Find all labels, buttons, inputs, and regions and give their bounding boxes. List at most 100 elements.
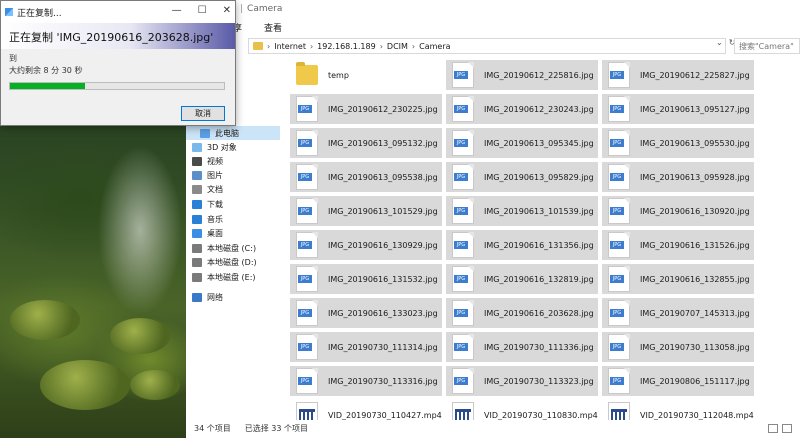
file-name: IMG_20190616_130929.jpg — [328, 240, 438, 250]
details-view-icon[interactable] — [768, 423, 778, 433]
jpg-file-icon: JPG — [296, 266, 318, 292]
file-tile[interactable]: VID_20190730_110427.mp4 — [290, 400, 442, 420]
file-tile[interactable]: JPG IMG_20190612_230225.jpg — [290, 94, 442, 124]
cancel-button[interactable]: 取消 — [181, 106, 225, 121]
jpg-file-icon: JPG — [608, 62, 630, 88]
moss-rock — [130, 370, 180, 400]
jpg-file-icon: JPG — [452, 130, 474, 156]
jpg-file-icon: JPG — [296, 198, 318, 224]
search-input[interactable]: 搜索"Camera" — [734, 38, 800, 54]
file-name: IMG_20190730_111314.jpg — [328, 342, 438, 352]
nav-item[interactable]: 桌面 — [192, 226, 223, 240]
file-tile[interactable]: temp — [290, 60, 442, 90]
file-name: IMG_20190707_145313.jpg — [640, 308, 750, 318]
view-switcher — [768, 423, 792, 433]
file-tile[interactable]: JPG IMG_20190707_145313.jpg — [602, 298, 754, 328]
file-tile[interactable]: JPG IMG_20190613_095538.jpg — [290, 162, 442, 192]
jpg-file-icon: JPG — [452, 334, 474, 360]
drive-icon — [192, 272, 202, 282]
file-tile[interactable]: VID_20190730_110830.mp4 — [446, 400, 598, 420]
file-tile[interactable]: JPG IMG_20190613_095132.jpg — [290, 128, 442, 158]
file-tile[interactable]: JPG IMG_20190612_230243.jpg — [446, 94, 598, 124]
file-tile[interactable]: JPG IMG_20190616_130920.jpg — [602, 196, 754, 226]
file-name: IMG_20190730_111336.jpg — [484, 342, 594, 352]
file-tile[interactable]: JPG IMG_20190730_113316.jpg — [290, 366, 442, 396]
file-tile[interactable]: JPG IMG_20190613_095829.jpg — [446, 162, 598, 192]
file-tile[interactable]: JPG IMG_20190616_133023.jpg — [290, 298, 442, 328]
maximize-icon[interactable]: ☐ — [198, 5, 207, 16]
file-tile[interactable]: JPG IMG_20190730_111336.jpg — [446, 332, 598, 362]
file-tile[interactable]: JPG IMG_20190616_130929.jpg — [290, 230, 442, 260]
file-tile[interactable]: JPG IMG_20190806_151117.jpg — [602, 366, 754, 396]
file-tile[interactable]: JPG IMG_20190613_101539.jpg — [446, 196, 598, 226]
jpg-file-icon: JPG — [452, 266, 474, 292]
file-tile[interactable]: JPG IMG_20190613_095928.jpg — [602, 162, 754, 192]
selected-count: 已选择 33 个项目 — [244, 423, 308, 433]
jpg-file-icon: JPG — [296, 300, 318, 326]
nav-item[interactable]: 文档 — [192, 182, 223, 196]
file-name: IMG_20190613_101539.jpg — [484, 206, 594, 216]
file-tile[interactable]: JPG IMG_20190613_095127.jpg — [602, 94, 754, 124]
nav-item[interactable]: 本地磁盘 (D:) — [192, 255, 257, 269]
nav-item[interactable]: 下载 — [192, 197, 223, 211]
file-tile[interactable]: JPG IMG_20190616_131356.jpg — [446, 230, 598, 260]
large-icons-view-icon[interactable] — [782, 423, 792, 433]
address-bar[interactable]: › Internet › 192.168.1.189 › DCIM › Came… — [248, 38, 726, 54]
file-name: IMG_20190616_203628.jpg — [484, 308, 594, 318]
file-name: temp — [328, 70, 349, 80]
file-tile[interactable]: JPG IMG_20190730_113058.jpg — [602, 332, 754, 362]
jpg-file-icon: JPG — [296, 96, 318, 122]
jpg-file-icon: JPG — [608, 334, 630, 360]
tab-view[interactable]: 查看 — [264, 21, 282, 34]
nav-item[interactable]: 网络 — [192, 290, 223, 304]
file-name: IMG_20190613_095132.jpg — [328, 138, 438, 148]
file-tile[interactable]: JPG IMG_20190616_132855.jpg — [602, 264, 754, 294]
jpg-file-icon: JPG — [452, 164, 474, 190]
file-name: IMG_20190616_131356.jpg — [484, 240, 594, 250]
file-tile[interactable]: JPG IMG_20190612_225827.jpg — [602, 60, 754, 90]
drive-icon — [192, 257, 202, 267]
address-tools: ⌄ ↻ — [716, 38, 735, 47]
minimize-icon[interactable]: — — [172, 5, 182, 16]
file-tile[interactable]: JPG IMG_20190616_203628.jpg — [446, 298, 598, 328]
file-tile[interactable]: JPG IMG_20190616_131532.jpg — [290, 264, 442, 294]
nav-item-label: 网络 — [207, 292, 223, 302]
file-tile[interactable]: JPG IMG_20190616_131526.jpg — [602, 230, 754, 260]
close-icon[interactable]: ✕ — [223, 5, 231, 16]
breadcrumb-host[interactable]: 192.168.1.189 — [317, 42, 376, 51]
file-tile[interactable]: JPG IMG_20190730_113323.jpg — [446, 366, 598, 396]
file-tile[interactable]: JPG IMG_20190612_225816.jpg — [446, 60, 598, 90]
file-name: IMG_20190612_230225.jpg — [328, 104, 438, 114]
file-name: IMG_20190612_225816.jpg — [484, 70, 594, 80]
file-tile[interactable]: JPG IMG_20190613_095530.jpg — [602, 128, 754, 158]
nav-item[interactable]: 3D 对象 — [192, 140, 237, 154]
nav-item[interactable]: 本地磁盘 (C:) — [192, 241, 256, 255]
drive-icon — [192, 243, 202, 253]
breadcrumb-camera[interactable]: Camera — [419, 42, 450, 51]
copy-progress-dialog: 正在复制... — ☐ ✕ 正在复制 'IMG_20190616_203628.… — [0, 0, 236, 126]
file-tile[interactable]: JPG IMG_20190613_101529.jpg — [290, 196, 442, 226]
jpg-file-icon: JPG — [452, 232, 474, 258]
nav-item-label: 3D 对象 — [207, 142, 237, 152]
nav-item[interactable]: 图片 — [192, 168, 223, 182]
chevron-right-icon: › — [379, 41, 383, 51]
music-icon — [192, 214, 202, 224]
breadcrumb-internet[interactable]: Internet — [274, 42, 306, 51]
file-tile[interactable]: JPG IMG_20190616_132819.jpg — [446, 264, 598, 294]
file-tile[interactable]: VID_20190730_112048.mp4 — [602, 400, 754, 420]
file-tile[interactable]: JPG IMG_20190613_095345.jpg — [446, 128, 598, 158]
file-name: IMG_20190806_151117.jpg — [640, 376, 750, 386]
file-name: IMG_20190616_130920.jpg — [640, 206, 750, 216]
window-controls: — ☐ ✕ — [172, 5, 231, 16]
file-name: IMG_20190616_132819.jpg — [484, 274, 594, 284]
nav-item[interactable]: 音乐 — [192, 212, 223, 226]
nav-item[interactable]: 视频 — [192, 154, 223, 168]
nav-item[interactable]: 本地磁盘 (E:) — [192, 270, 256, 284]
chevron-down-icon[interactable]: ⌄ — [716, 38, 723, 47]
breadcrumb-dcim[interactable]: DCIM — [387, 42, 408, 51]
moss-rock — [10, 300, 80, 340]
nav-item[interactable]: 此电脑 — [186, 126, 280, 140]
dialog-header: 正在复制 'IMG_20190616_203628.jpg' — [1, 23, 235, 49]
jpg-file-icon: JPG — [608, 130, 630, 156]
file-tile[interactable]: JPG IMG_20190730_111314.jpg — [290, 332, 442, 362]
